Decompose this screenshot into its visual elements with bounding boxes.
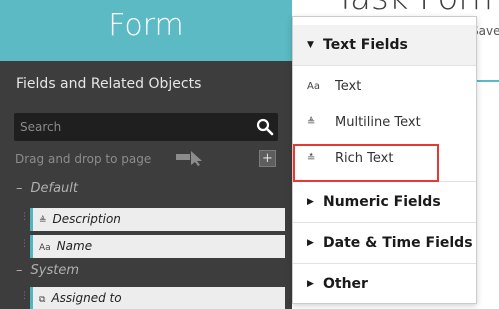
- field-item-label: Assigned to: [51, 291, 122, 305]
- field-item-name[interactable]: Aa Name: [30, 235, 285, 258]
- search-input[interactable]: [14, 113, 250, 141]
- fields-panel-title: Fields and Related Objects: [16, 76, 202, 92]
- field-type-menu: ▼ Text Fields Aa Text ≜ Multiline Text ≛…: [292, 16, 477, 304]
- menu-section-label: Text Fields: [323, 37, 408, 53]
- search-box: [14, 113, 278, 141]
- caret-right-icon: ▶: [307, 279, 314, 289]
- menu-section-numeric-fields[interactable]: ▶ Numeric Fields: [293, 182, 476, 222]
- field-item-description[interactable]: ≜ Description: [30, 208, 285, 231]
- menu-divider: [293, 65, 476, 66]
- menu-section-label: Numeric Fields: [323, 194, 441, 210]
- rich-text-icon: ≜: [39, 216, 47, 226]
- menu-item-label: Multiline Text: [335, 115, 421, 130]
- group-label: System: [30, 263, 79, 278]
- menu-item-multiline-text[interactable]: ≜ Multiline Text: [293, 106, 476, 139]
- form-header: Form: [0, 0, 292, 61]
- drag-drop-hint: Drag and drop to page: [15, 152, 152, 166]
- rich-text-icon: ≛: [307, 153, 316, 164]
- menu-item-label: Text: [335, 79, 362, 94]
- assign-icon: ⧉: [39, 295, 46, 305]
- group-header-default[interactable]: – Default: [16, 181, 78, 196]
- group-label: Default: [30, 181, 79, 196]
- drag-handle-icon[interactable]: ⋮: [20, 212, 29, 222]
- field-item-label: Name: [56, 239, 93, 253]
- menu-item-rich-text[interactable]: ≛ Rich Text: [293, 142, 476, 175]
- menu-section-text-fields[interactable]: ▼ Text Fields: [293, 25, 476, 65]
- collapse-icon: –: [16, 263, 23, 278]
- add-field-button[interactable]: +: [259, 150, 276, 167]
- text-icon: Aa: [39, 243, 51, 253]
- field-item-assigned-to[interactable]: ⧉ Assigned to: [30, 287, 285, 309]
- multiline-text-icon: ≜: [307, 117, 316, 128]
- text-icon: Aa: [307, 81, 320, 92]
- field-item-label: Description: [52, 212, 121, 226]
- caret-right-icon: ▶: [307, 197, 314, 207]
- drag-to-page-icon: [176, 151, 202, 166]
- menu-section-other[interactable]: ▶ Other: [293, 264, 476, 304]
- menu-section-label: Date & Time Fields: [323, 235, 473, 251]
- menu-item-label: Rich Text: [335, 151, 394, 166]
- search-icon[interactable]: [256, 118, 274, 136]
- drag-handle-icon[interactable]: ⋮: [20, 239, 29, 249]
- form-header-title: Form: [108, 8, 184, 43]
- group-header-system[interactable]: – System: [16, 263, 79, 278]
- form-builder-panel: Form Fields and Related Objects Drag and…: [0, 0, 292, 309]
- collapse-icon: –: [16, 181, 23, 196]
- caret-right-icon: ▶: [307, 238, 314, 248]
- menu-section-label: Other: [323, 276, 368, 292]
- menu-section-date-time-fields[interactable]: ▶ Date & Time Fields: [293, 223, 476, 263]
- drag-handle-icon[interactable]: ⋮: [20, 291, 29, 301]
- menu-item-text[interactable]: Aa Text: [293, 70, 476, 103]
- caret-down-icon: ▼: [307, 40, 314, 50]
